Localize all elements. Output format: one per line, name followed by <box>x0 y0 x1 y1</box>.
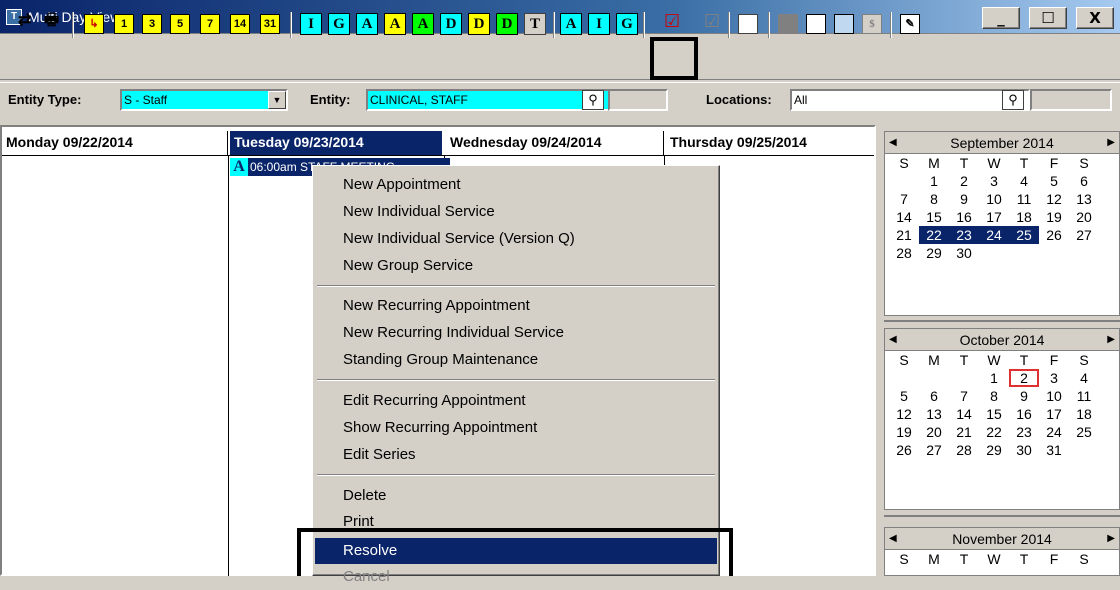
menu-item-standing-group-maintenance[interactable]: Standing Group Maintenance <box>315 347 717 373</box>
prev-month-icon[interactable]: ◀ <box>889 329 897 351</box>
menu-item-new-recurring-individual-service[interactable]: New Recurring Individual Service <box>315 320 717 346</box>
filter-g-button[interactable]: G <box>328 13 350 35</box>
highlight-box-resolve <box>297 528 733 576</box>
locations-extra-field <box>1030 89 1112 111</box>
menu-separator <box>317 379 715 381</box>
menu-item-delete[interactable]: Delete <box>315 483 717 509</box>
menu-separator <box>317 285 715 287</box>
properties-icon[interactable]: ✎ <box>900 14 920 34</box>
block-icon[interactable] <box>778 14 798 34</box>
minimize-button[interactable]: _ <box>982 7 1020 29</box>
filter-i2-button[interactable]: I <box>588 13 610 35</box>
filter-a-button[interactable]: A <box>356 13 378 35</box>
filter-a-green-button[interactable]: A <box>412 13 434 35</box>
calendar-view-icon[interactable] <box>738 14 758 34</box>
month-button[interactable]: 31 <box>260 14 280 34</box>
three-day-button[interactable]: 3 <box>142 14 162 34</box>
mini-calendar-november: ◀ November 2014 ▶ SMTWTFS <box>884 527 1120 576</box>
entity-field[interactable]: CLINICAL, STAFF <box>366 89 612 111</box>
menu-separator <box>317 474 715 476</box>
filter-d-yellow-button[interactable]: D <box>468 13 490 35</box>
menu-item-new-individual-service-q[interactable]: New Individual Service (Version Q) <box>315 226 717 252</box>
print-icon[interactable]: 🖶 <box>44 12 59 34</box>
next-month-icon[interactable]: ▶ <box>1107 132 1115 154</box>
prev-month-icon[interactable]: ◀ <box>889 132 897 154</box>
filter-d-button[interactable]: D <box>440 13 462 35</box>
entity-search-icon[interactable]: ⚲ <box>582 90 604 110</box>
menu-item-new-recurring-appointment[interactable]: New Recurring Appointment <box>315 293 717 319</box>
appointment-badge: A <box>230 158 248 176</box>
filter-g2-button[interactable]: G <box>616 13 638 35</box>
prev-month-icon[interactable]: ◀ <box>889 528 897 550</box>
menu-item-new-group-service[interactable]: New Group Service <box>315 253 717 279</box>
checkmark-icon[interactable]: ☑ <box>664 13 680 35</box>
billing-icon[interactable]: $ <box>862 14 882 34</box>
one-day-button[interactable]: 1 <box>114 14 134 34</box>
window-title: Multi Day View <box>28 9 121 25</box>
highlight-box-toolbar <box>650 37 698 80</box>
context-menu: New Appointment New Individual Service N… <box>312 165 720 585</box>
day-header-wednesday[interactable]: Wednesday 09/24/2014 <box>446 131 664 155</box>
calendar-title: November 2014 <box>952 531 1052 547</box>
entity-extra-field <box>608 89 668 111</box>
entity-label: Entity: <box>310 92 351 107</box>
maximize-button[interactable]: ☐ <box>1029 7 1067 29</box>
menu-item-edit-series[interactable]: Edit Series <box>315 442 717 468</box>
chevron-down-icon[interactable]: ▼ <box>268 91 286 109</box>
fourteen-day-button[interactable]: 14 <box>230 14 250 34</box>
filter-d-green-button[interactable]: D <box>496 13 518 35</box>
today-button[interactable]: ↳ <box>84 14 104 34</box>
refresh-icon[interactable]: ⇄ <box>18 12 31 34</box>
filter-a-yellow-button[interactable]: A <box>384 13 406 35</box>
calendar-title: September 2014 <box>950 135 1054 151</box>
next-month-icon[interactable]: ▶ <box>1107 329 1115 351</box>
menu-item-new-individual-service[interactable]: New Individual Service <box>315 199 717 225</box>
filter-t-button[interactable]: T <box>524 13 546 35</box>
entity-type-label: Entity Type: <box>8 92 82 107</box>
seven-day-button[interactable]: 7 <box>200 14 220 34</box>
search-window-icon[interactable] <box>806 14 826 34</box>
menu-item-edit-recurring-appointment[interactable]: Edit Recurring Appointment <box>315 388 717 414</box>
calendar-title: October 2014 <box>959 332 1045 348</box>
mini-calendar-october: ◀ October 2014 ▶ SMTWTFS 1234 5 6 7 8 9 10 11 12… <box>884 328 1120 510</box>
close-button[interactable]: X <box>1076 7 1114 29</box>
day-header-thursday[interactable]: Thursday 09/25/2014 <box>666 131 874 155</box>
day-header-tuesday[interactable]: Tuesday 09/23/2014 <box>230 131 442 155</box>
locations-label: Locations: <box>706 92 772 107</box>
five-day-button[interactable]: 5 <box>170 14 190 34</box>
entity-type-select[interactable]: S - Staff <box>120 89 288 111</box>
filter-a2-button[interactable]: A <box>560 13 582 35</box>
checkmark-disabled-icon[interactable]: ☑ <box>704 13 720 35</box>
toolbar <box>0 35 1120 80</box>
menu-item-show-recurring-appointment[interactable]: Show Recurring Appointment <box>315 415 717 441</box>
mini-calendar-september: ◀ September 2014 ▶ SMTWTFS 123456 7 8 9 10 11 1… <box>884 131 1120 316</box>
schedule-icon[interactable] <box>834 14 854 34</box>
next-month-icon[interactable]: ▶ <box>1107 528 1115 550</box>
menu-item-new-appointment[interactable]: New Appointment <box>315 172 717 198</box>
locations-search-icon[interactable]: ⚲ <box>1002 90 1024 110</box>
locations-field[interactable]: All <box>790 89 1030 111</box>
day-header-monday[interactable]: Monday 09/22/2014 <box>2 131 228 155</box>
filter-i-button[interactable]: I <box>300 13 322 35</box>
